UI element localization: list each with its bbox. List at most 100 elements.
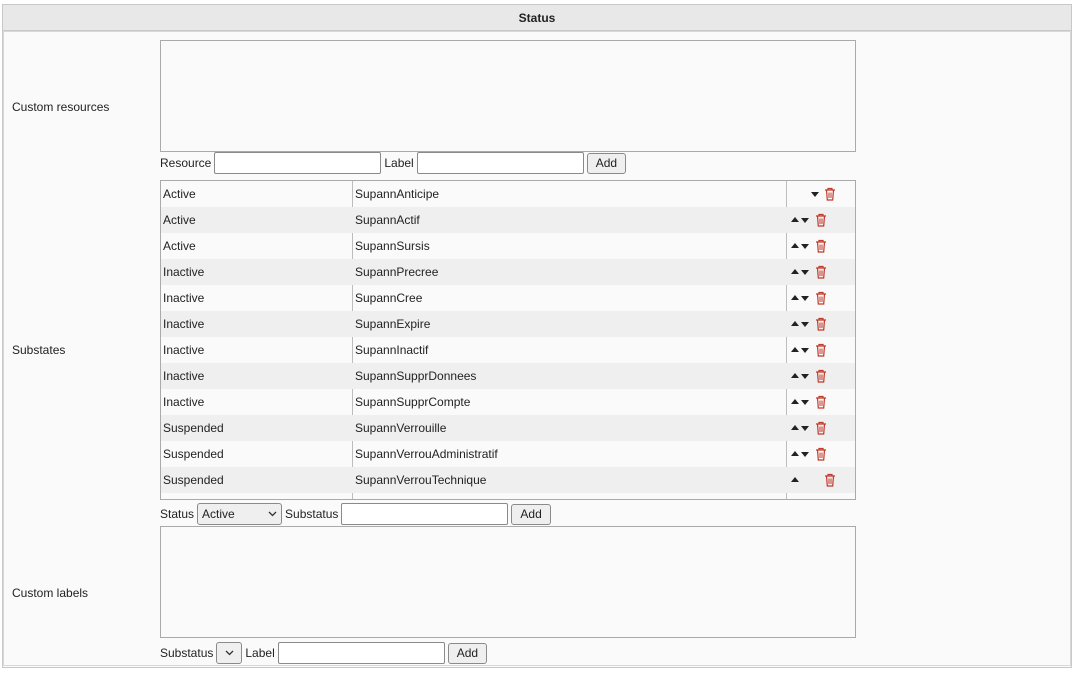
panel-title: Status [3, 5, 1071, 31]
row-status: Inactive [163, 317, 205, 331]
row-status: Active [163, 239, 196, 253]
label-field-label: Label [384, 156, 414, 170]
status-select-value: Active [202, 507, 235, 521]
row-substatus: SupannVerrouTechnique [355, 473, 487, 487]
substatus-select[interactable] [216, 642, 243, 664]
chevron-down-icon [268, 509, 277, 520]
trash-icon[interactable] [815, 369, 827, 383]
move-down-icon[interactable] [801, 452, 809, 457]
move-up-icon[interactable] [791, 373, 799, 378]
table-row: Active SupannActif [161, 207, 855, 233]
substatus-field-label: Substatus [285, 507, 339, 521]
custom-label-field-label: Label [245, 646, 275, 660]
row-actions [787, 233, 855, 259]
row-actions [787, 285, 855, 311]
status-panel: Status Custom resources Resource Label A… [2, 4, 1072, 668]
trash-icon[interactable] [815, 291, 827, 305]
row-substatus: SupannSupprDonnees [355, 369, 477, 383]
chevron-down-icon [225, 648, 234, 659]
custom-label-input[interactable] [277, 642, 445, 664]
custom-labels-list[interactable] [160, 526, 856, 638]
row-substatus: SupannExpire [355, 317, 431, 331]
substatus-input[interactable] [341, 503, 509, 525]
table-row: Inactive SupannSupprCompte [161, 389, 855, 415]
move-up-icon[interactable] [791, 451, 799, 456]
trash-icon[interactable] [815, 239, 827, 253]
custom-resources-controls: Resource Label Add [160, 151, 627, 175]
add-custom-label-button[interactable]: Add [447, 642, 488, 664]
status-select[interactable]: Active [197, 503, 283, 525]
row-actions [787, 259, 855, 285]
move-up-icon[interactable] [791, 269, 799, 274]
move-up-icon[interactable] [791, 321, 799, 326]
row-actions [787, 415, 855, 441]
row-status: Suspended [163, 421, 224, 435]
resource-input[interactable] [214, 152, 382, 174]
row-status: Inactive [163, 265, 205, 279]
move-up-icon[interactable] [791, 347, 799, 352]
table-row: Inactive SupannSupprDonnees [161, 363, 855, 389]
row-actions [787, 441, 855, 467]
row-actions [787, 311, 855, 337]
move-up-icon[interactable] [791, 399, 799, 404]
table-row: Suspended SupannVerrouille [161, 415, 855, 441]
table-row: Inactive SupannExpire [161, 311, 855, 337]
resource-field-label: Resource [160, 156, 212, 170]
trash-icon[interactable] [815, 213, 827, 227]
row-substatus: SupannAnticipe [355, 187, 440, 201]
move-down-icon[interactable] [801, 374, 809, 379]
row-actions [787, 389, 855, 415]
status-field-label: Status [160, 507, 195, 521]
trash-icon[interactable] [815, 317, 827, 331]
row-status: Inactive [163, 343, 205, 357]
label-input[interactable] [416, 152, 584, 174]
move-down-icon[interactable] [811, 192, 819, 197]
trash-icon[interactable] [815, 421, 827, 435]
trash-icon[interactable] [815, 343, 827, 357]
move-down-icon[interactable] [801, 426, 809, 431]
substates-table: Active SupannAnticipe Active SupannActif Act… [160, 180, 856, 500]
substatus-label-field-label: Substatus [160, 646, 214, 660]
row-actions [787, 363, 855, 389]
trash-icon[interactable] [815, 447, 827, 461]
row-status: Suspended [163, 447, 224, 461]
table-row: Suspended SupannVerrouAdministratif [161, 441, 855, 467]
trash-icon[interactable] [824, 187, 836, 201]
row-actions [787, 467, 855, 493]
trash-icon[interactable] [824, 473, 836, 487]
custom-resources-list[interactable] [160, 40, 856, 152]
substates-controls: Status Active Substatus Add [160, 502, 551, 526]
move-up-icon[interactable] [791, 243, 799, 248]
add-resource-button[interactable]: Add [586, 152, 627, 174]
move-down-icon[interactable] [801, 218, 809, 223]
row-actions [787, 181, 855, 207]
row-status: Inactive [163, 291, 205, 305]
row-substatus: SupannInactif [355, 343, 429, 357]
custom-labels-label: Custom labels [12, 586, 89, 600]
move-down-icon[interactable] [801, 296, 809, 301]
trash-icon[interactable] [815, 395, 827, 409]
move-up-icon[interactable] [791, 295, 799, 300]
move-down-icon[interactable] [801, 400, 809, 405]
move-down-icon[interactable] [801, 244, 809, 249]
row-status: Inactive [163, 369, 205, 383]
trash-icon[interactable] [815, 265, 827, 279]
row-status: Suspended [163, 473, 224, 487]
row-substatus: SupannPrecree [355, 265, 439, 279]
move-down-icon[interactable] [801, 348, 809, 353]
status-form: Custom resources Resource Label Add Subs… [3, 31, 1071, 666]
row-status: Active [163, 213, 196, 227]
row-actions [787, 337, 855, 363]
move-down-icon[interactable] [801, 322, 809, 327]
table-row: Inactive SupannInactif [161, 337, 855, 363]
move-up-icon[interactable] [791, 477, 799, 482]
custom-labels-controls: Substatus Label Add [160, 641, 488, 665]
add-substate-button[interactable]: Add [511, 503, 551, 525]
move-up-icon[interactable] [791, 217, 799, 222]
table-row: Inactive SupannPrecree [161, 259, 855, 285]
move-down-icon[interactable] [801, 270, 809, 275]
move-up-icon[interactable] [791, 425, 799, 430]
table-row: Inactive SupannCree [161, 285, 855, 311]
custom-resources-label: Custom resources [12, 100, 110, 114]
row-substatus: SupannVerrouille [355, 421, 447, 435]
